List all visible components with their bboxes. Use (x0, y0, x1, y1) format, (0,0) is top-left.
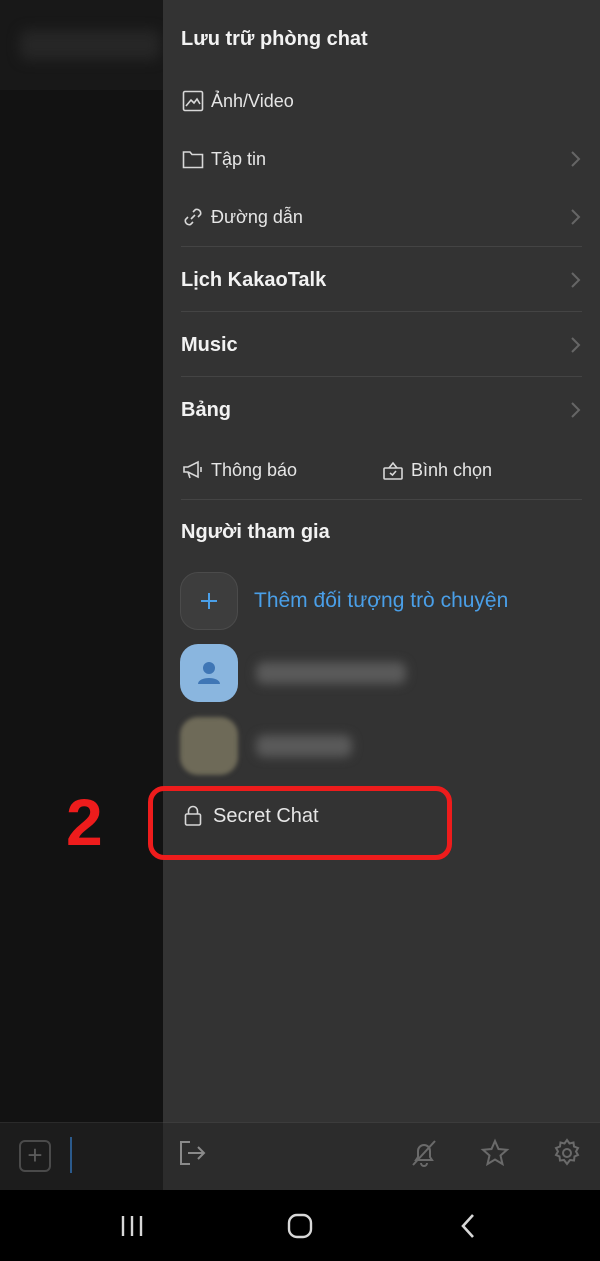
chat-input-cursor (70, 1137, 72, 1173)
settings-gear-icon[interactable] (551, 1137, 583, 1169)
board-label: Bảng (181, 398, 231, 421)
plus-icon (180, 572, 238, 630)
board-menu-item[interactable]: Bảng (181, 381, 582, 439)
chevron-right-icon (568, 335, 582, 355)
folder-icon (181, 147, 205, 171)
music-label: Music (181, 333, 238, 356)
home-icon[interactable] (280, 1208, 320, 1244)
participant-name-blurred (256, 662, 406, 684)
participant-name-blurred (256, 735, 352, 757)
chevron-right-icon (568, 400, 582, 420)
archive-item-label: Ảnh/Video (211, 90, 294, 111)
chat-room-drawer: Lưu trữ phòng chat Ảnh/Video Tập tin Đườ… (163, 0, 600, 1190)
invite-label: Thêm đối tượng trò chuyện (254, 589, 509, 612)
archive-item-label: Đường dẫn (211, 206, 303, 227)
calendar-label: Lịch KakaoTalk (181, 268, 327, 291)
image-icon (181, 89, 205, 113)
back-icon[interactable] (448, 1208, 488, 1244)
chevron-right-icon (568, 149, 582, 169)
highlight-box (148, 786, 452, 860)
drawer-bottom-bar (163, 1122, 600, 1190)
archive-item-media[interactable]: Ảnh/Video (181, 77, 582, 125)
poll-label: Bình chọn (411, 459, 493, 480)
chevron-right-icon (568, 270, 582, 290)
link-icon (181, 205, 205, 229)
ballot-box-icon (381, 458, 405, 482)
avatar (180, 717, 238, 775)
calendar-menu-item[interactable]: Lịch KakaoTalk (181, 251, 582, 309)
star-icon[interactable] (479, 1137, 511, 1169)
notification-off-icon[interactable] (408, 1137, 440, 1169)
archive-item-links[interactable]: Đường dẫn (181, 193, 582, 241)
avatar (180, 644, 238, 702)
music-menu-item[interactable]: Music (181, 316, 582, 374)
participants-title: Người tham gia (181, 521, 330, 543)
system-navigation-bar (0, 1190, 600, 1261)
archive-title: Lưu trữ phòng chat (181, 28, 368, 50)
divider (181, 311, 582, 312)
recent-apps-icon[interactable] (112, 1208, 152, 1244)
leave-chat-icon[interactable] (177, 1137, 209, 1169)
notice-label: Thông báo (211, 459, 298, 480)
archive-item-files[interactable]: Tập tin (181, 135, 582, 183)
participant-item[interactable] (180, 717, 352, 775)
archive-item-label: Tập tin (211, 148, 267, 169)
megaphone-icon (181, 458, 205, 482)
poll-button[interactable]: Bình chọn (381, 458, 492, 482)
chat-attach-plus-icon[interactable]: + (19, 1140, 51, 1172)
board-actions: Thông báo Bình chọn (181, 446, 582, 494)
divider (181, 499, 582, 500)
chat-background (0, 0, 163, 1190)
chat-header (0, 0, 163, 90)
step-number: 2 (66, 785, 103, 859)
divider (181, 376, 582, 377)
chevron-right-icon (568, 207, 582, 227)
divider (181, 246, 582, 247)
participant-item[interactable] (180, 644, 406, 702)
invite-participant-button[interactable]: Thêm đối tượng trò chuyện (180, 572, 508, 630)
notice-button[interactable]: Thông báo (181, 458, 381, 482)
chat-title-blurred (20, 30, 160, 60)
